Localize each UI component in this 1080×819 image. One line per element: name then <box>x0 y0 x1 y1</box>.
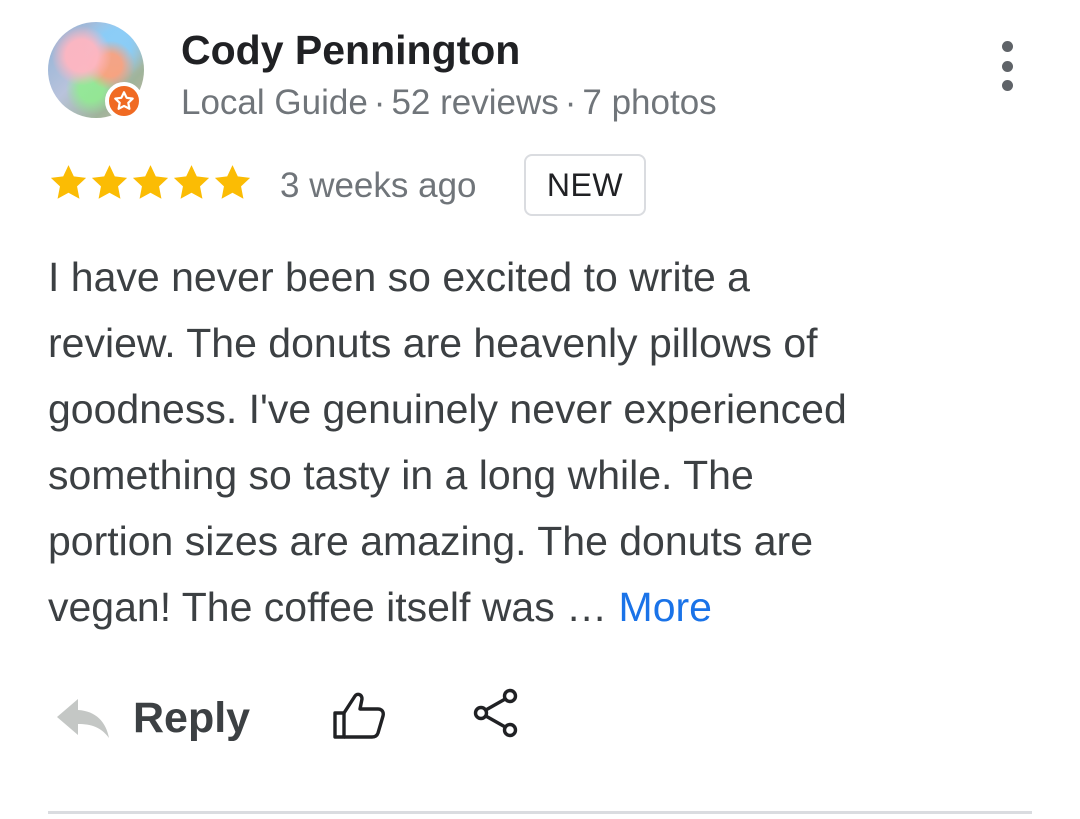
review-text-last-line: vegan! The coffee itself was … More <box>48 574 1008 640</box>
new-badge: NEW <box>524 154 646 216</box>
review-text: I have never been so excited to write a … <box>48 244 1008 640</box>
more-vert-icon[interactable] <box>990 41 1024 91</box>
photo-count: 7 photos <box>582 83 717 122</box>
star-icon <box>214 165 251 199</box>
star-icon <box>91 165 128 199</box>
star-icon <box>50 165 87 199</box>
star-icon <box>132 165 169 199</box>
review-text-line: portion sizes are amazing. The donuts ar… <box>48 518 814 564</box>
review-text-line: review. The donuts are heavenly pillows … <box>48 320 818 366</box>
review-time: 3 weeks ago <box>280 166 477 205</box>
meta-separator: · <box>564 83 577 122</box>
review-text-line: vegan! The coffee itself was … <box>48 584 608 630</box>
menu-dot <box>1001 41 1013 52</box>
review-text-line: something so tasty in a long while. The <box>48 452 754 498</box>
author-meta: Local Guide · 52 reviews · 7 photos <box>181 83 717 123</box>
star-icon <box>173 165 210 199</box>
menu-dot <box>1001 80 1013 91</box>
divider <box>48 811 1032 814</box>
reply-button[interactable]: Reply <box>54 688 250 748</box>
star-rating <box>48 162 253 203</box>
meta-separator: · <box>373 83 386 122</box>
more-link[interactable]: More <box>619 584 712 630</box>
author-name[interactable]: Cody Pennington <box>181 27 520 74</box>
menu-dot <box>1001 60 1013 72</box>
review-text-line: goodness. I've genuinely never experienc… <box>48 386 847 432</box>
thumbs-up-icon[interactable] <box>330 690 386 740</box>
share-icon[interactable] <box>472 688 520 738</box>
review-count: 52 reviews <box>391 83 559 122</box>
reply-label: Reply <box>133 693 251 742</box>
local-guide-badge-icon <box>105 82 143 120</box>
review-text-line: I have never been so excited to write a <box>48 254 750 300</box>
local-guide-label: Local Guide <box>181 83 368 122</box>
reply-arrow-icon <box>57 699 109 738</box>
